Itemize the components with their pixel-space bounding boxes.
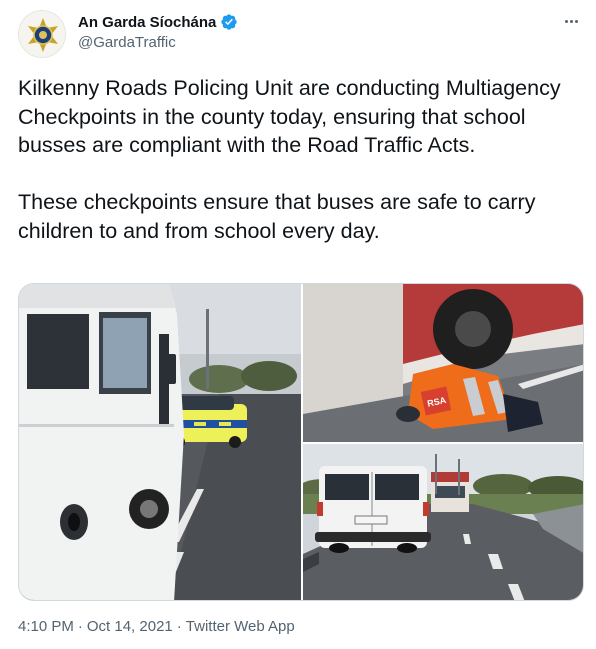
dot	[574, 19, 578, 23]
media-grid: RSA	[18, 283, 584, 601]
avatar[interactable]	[18, 10, 66, 58]
photo-white-van-roadside[interactable]	[303, 444, 583, 600]
meta-separator: ·	[176, 618, 182, 635]
author-name-row: An Garda Síochána	[78, 13, 238, 31]
tweet-card: An Garda Síochána @GardaTraffic Kilkenny…	[0, 0, 596, 649]
tweet-date[interactable]: Oct 14, 2021	[87, 618, 173, 635]
photo-bus-and-garda-car[interactable]	[19, 284, 301, 600]
dot	[569, 19, 573, 23]
tweet-source-app[interactable]: Twitter Web App	[186, 618, 295, 635]
tweet-time[interactable]: 4:10 PM	[18, 618, 74, 635]
author-handle[interactable]: @GardaTraffic	[78, 34, 176, 51]
verified-badge-icon	[221, 14, 238, 30]
display-name[interactable]: An Garda Síochána	[78, 14, 216, 31]
garda-crest-icon	[19, 11, 65, 57]
meta-separator: ·	[77, 618, 83, 635]
dot	[564, 19, 568, 23]
more-options-icon[interactable]	[560, 12, 582, 30]
tweet-text: Kilkenny Roads Policing Unit are conduct…	[18, 76, 561, 243]
photo-inspector-under-bus[interactable]: RSA	[303, 284, 583, 442]
tweet-meta: 4:10 PM · Oct 14, 2021 · Twitter Web App	[18, 618, 295, 635]
